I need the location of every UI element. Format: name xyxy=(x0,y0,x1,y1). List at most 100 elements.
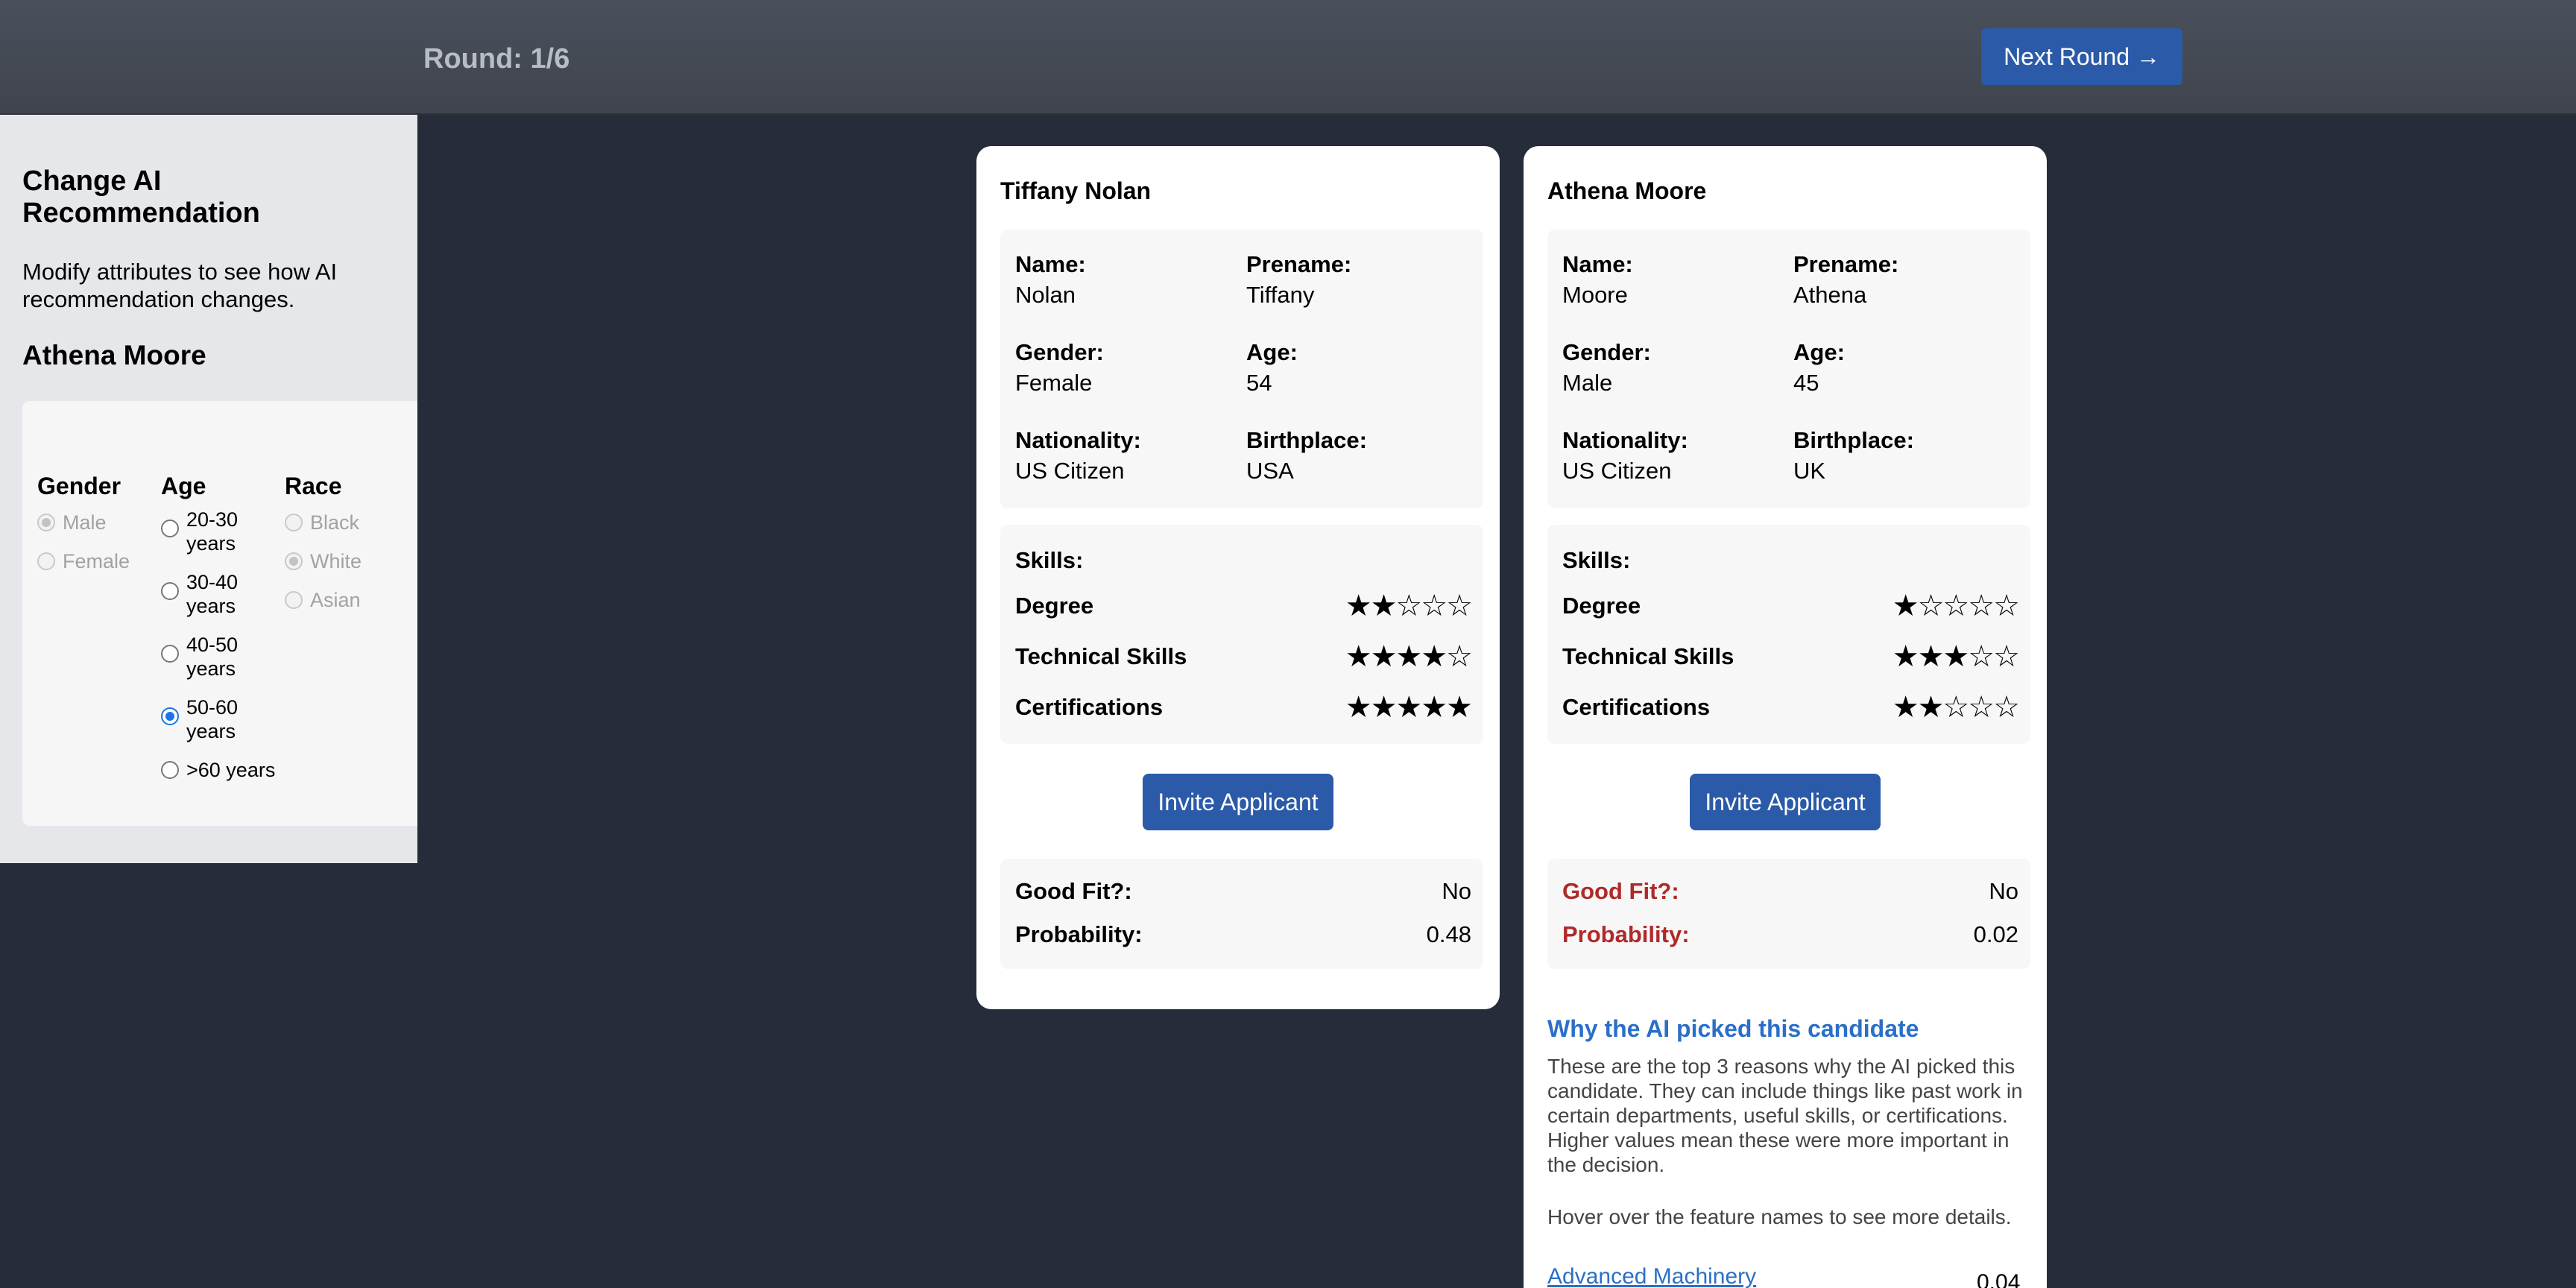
age-20-30-radio[interactable] xyxy=(161,520,179,537)
good-fit-row: Good Fit?: No xyxy=(1562,878,2018,905)
invite-applicant-button[interactable]: Invite Applicant xyxy=(1143,774,1333,830)
gender-male-label: Male xyxy=(63,511,107,534)
probability-label: Probability: xyxy=(1015,921,1143,947)
explanation-title: Why the AI picked this candidate xyxy=(1547,1015,1919,1042)
race-option-black: Black xyxy=(285,511,362,534)
birthplace-label: Birthplace: xyxy=(1246,427,1367,453)
sidebar-panel: Change AI Recommendation Modify attribut… xyxy=(0,115,417,863)
ai-result-panel: Good Fit?: No Probability: 0.48 xyxy=(1000,859,1483,969)
invite-applicant-button[interactable]: Invite Applicant xyxy=(1690,774,1881,830)
race-heading: Race xyxy=(285,473,342,499)
explanation-hover-hint: Hover over the feature names to see more… xyxy=(1547,1205,2012,1228)
selected-candidate-name: Athena Moore xyxy=(22,340,206,370)
gender-label: Gender: xyxy=(1015,339,1104,365)
race-group: Race Black White Asian xyxy=(285,473,362,627)
name-value: Nolan xyxy=(1015,282,1076,308)
gender-option-male: Male xyxy=(37,511,130,534)
candidate-card-1: Tiffany Nolan Name: Nolan Prename: Tiffa… xyxy=(976,146,1500,1009)
age-30-40-label[interactable]: 30-40 years xyxy=(186,570,265,618)
skills-panel: Skills: Degree ★★☆☆☆ Technical Skills ★★… xyxy=(1000,525,1483,744)
age-option-60-plus[interactable]: >60 years xyxy=(161,758,275,782)
race-black-radio xyxy=(285,514,303,531)
age-50-60-radio[interactable] xyxy=(161,707,179,725)
nationality-value: US Citizen xyxy=(1562,458,1672,484)
gender-female-radio xyxy=(37,552,55,570)
age-option-30-40[interactable]: 30-40 years xyxy=(161,570,265,618)
age-value: 45 xyxy=(1793,370,1819,396)
good-fit-row: Good Fit?: No xyxy=(1015,878,1471,905)
nationality-field: Nationality: US Citizen xyxy=(1562,425,1688,486)
technical-stars: ★★★☆☆ xyxy=(1892,640,2020,674)
attribute-editor: Gender Male Female Age 20-30 years 30-40… xyxy=(22,401,417,826)
probability-value: 0.48 xyxy=(1426,921,1471,947)
gender-option-female: Female xyxy=(37,549,130,573)
next-round-button[interactable]: Next Round → xyxy=(1981,28,2182,85)
birthplace-value: USA xyxy=(1246,458,1294,484)
certifications-label: Certifications xyxy=(1562,694,1711,720)
gender-value: Female xyxy=(1015,370,1093,396)
age-40-50-label[interactable]: 40-50 years xyxy=(186,633,265,681)
age-heading: Age xyxy=(161,473,206,499)
age-option-50-60[interactable]: 50-60 years xyxy=(161,695,265,743)
probability-value: 0.02 xyxy=(1973,921,2018,947)
good-fit-value: No xyxy=(1989,878,2018,904)
age-label: Age: xyxy=(1246,339,1298,365)
technical-stars: ★★★★☆ xyxy=(1345,640,1473,674)
nationality-field: Nationality: US Citizen xyxy=(1015,425,1141,486)
age-group: Age 20-30 years 30-40 years 40-50 years … xyxy=(161,473,275,797)
age-40-50-radio[interactable] xyxy=(161,645,179,663)
age-60-plus-radio[interactable] xyxy=(161,761,179,779)
race-black-label: Black xyxy=(310,511,360,534)
race-white-label: White xyxy=(310,550,362,572)
skills-heading: Skills: xyxy=(1562,547,1631,573)
skill-row-technical: Technical Skills ★★★★☆ xyxy=(1015,640,1473,674)
gender-field: Gender: Female xyxy=(1015,337,1104,398)
race-asian-radio xyxy=(285,591,303,609)
candidate-title: Athena Moore xyxy=(1547,177,1707,204)
skill-row-certifications: Certifications ★★☆☆☆ xyxy=(1562,690,2020,724)
degree-label: Degree xyxy=(1015,593,1094,619)
candidate-info-panel: Name: Moore Prename: Athena Gender: Male… xyxy=(1547,230,2030,508)
skills-heading: Skills: xyxy=(1015,547,1084,573)
technical-label: Technical Skills xyxy=(1562,643,1734,669)
nationality-label: Nationality: xyxy=(1562,427,1688,453)
skill-row-degree: Degree ★★☆☆☆ xyxy=(1015,589,1473,623)
name-field: Name: Moore xyxy=(1562,249,1633,310)
prename-label: Prename: xyxy=(1246,251,1352,277)
prename-value: Tiffany xyxy=(1246,282,1315,308)
age-20-30-label[interactable]: 20-30 years xyxy=(186,508,265,555)
skill-row-certifications: Certifications ★★★★★ xyxy=(1015,690,1473,724)
age-option-20-30[interactable]: 20-30 years xyxy=(161,508,265,555)
age-option-40-50[interactable]: 40-50 years xyxy=(161,633,265,681)
degree-label: Degree xyxy=(1562,593,1641,619)
gender-female-label: Female xyxy=(63,550,130,572)
good-fit-label: Good Fit?: xyxy=(1015,878,1132,904)
name-label: Name: xyxy=(1562,251,1633,277)
degree-stars: ★★☆☆☆ xyxy=(1345,589,1473,623)
feature-link-advanced-machinery[interactable]: Advanced Machinery xyxy=(1547,1264,1756,1288)
age-60-plus-label[interactable]: >60 years xyxy=(186,758,275,782)
certifications-stars: ★★☆☆☆ xyxy=(1892,690,2020,724)
gender-group: Gender Male Female xyxy=(37,473,130,588)
birthplace-value: UK xyxy=(1793,458,1826,484)
gender-label: Gender: xyxy=(1562,339,1651,365)
name-label: Name: xyxy=(1015,251,1086,277)
name-field: Name: Nolan xyxy=(1015,249,1086,310)
nationality-label: Nationality: xyxy=(1015,427,1141,453)
round-indicator: Round: 1/6 xyxy=(423,43,570,75)
skills-panel: Skills: Degree ★☆☆☆☆ Technical Skills ★★… xyxy=(1547,525,2030,744)
candidate-card-2: Athena Moore Name: Moore Prename: Athena… xyxy=(1524,146,2047,1288)
name-value: Moore xyxy=(1562,282,1628,308)
age-50-60-label[interactable]: 50-60 years xyxy=(186,695,265,743)
birthplace-field: Birthplace: USA xyxy=(1246,425,1367,486)
age-30-40-radio[interactable] xyxy=(161,582,179,600)
age-field: Age: 54 xyxy=(1246,337,1298,398)
prename-value: Athena xyxy=(1793,282,1867,308)
probability-row: Probability: 0.02 xyxy=(1562,921,2018,948)
certifications-stars: ★★★★★ xyxy=(1345,690,1473,724)
skill-row-degree: Degree ★☆☆☆☆ xyxy=(1562,589,2020,623)
sidebar-title: Change AI Recommendation xyxy=(22,165,260,229)
good-fit-label: Good Fit?: xyxy=(1562,878,1679,904)
technical-label: Technical Skills xyxy=(1015,643,1187,669)
gender-value: Male xyxy=(1562,370,1613,396)
